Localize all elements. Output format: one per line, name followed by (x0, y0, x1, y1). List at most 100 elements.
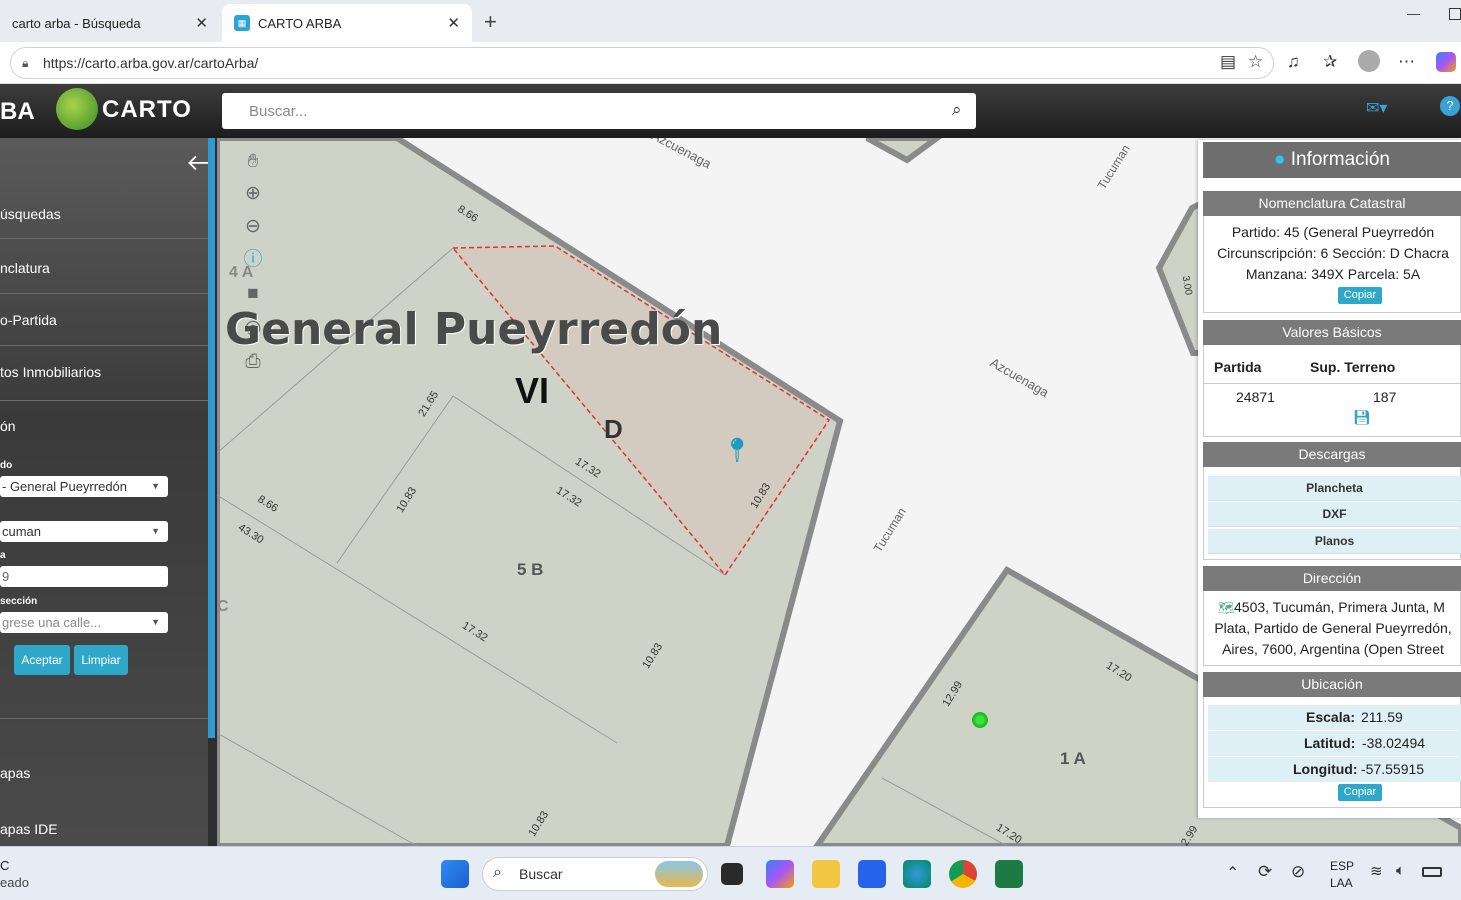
sidebar: 🡐 úsquedas nclatura o-Partida tos Inmobi… (0, 138, 245, 846)
chevron-up-icon[interactable]: ⌃ (1226, 863, 1239, 883)
section-head: Nomenclatura Catastral (1203, 191, 1461, 216)
lang-layout[interactable]: LAA (1330, 876, 1353, 890)
altura-input[interactable]: 9 (0, 566, 168, 587)
pan-hand-icon[interactable]: ✋︎ (239, 148, 267, 176)
sidebar-item-mapas-ide[interactable]: apas IDE (0, 821, 58, 837)
tab-title: carto arba - Búsqueda (12, 15, 141, 31)
lock-icon[interactable]: 🔒︎ (22, 56, 28, 71)
sidebar-splitter[interactable] (208, 138, 217, 846)
browser-tab-bar: carto arba - Búsqueda ✕ ▦ CARTO ARBA ✕ +… (0, 0, 1461, 42)
logo-text: CARTO (102, 96, 192, 123)
wifi-icon[interactable]: ≋ (1370, 862, 1383, 880)
excel-icon[interactable] (995, 860, 1023, 888)
divider (0, 293, 208, 294)
direccion-line: Plata, Partido de General Pueyrredón, (1214, 620, 1452, 636)
favorites-icon[interactable]: ✰ (1323, 52, 1337, 72)
save-icon[interactable]: 💾︎ (1353, 409, 1371, 426)
escala-label: Escala: (1306, 709, 1356, 725)
taskbar-search-box[interactable]: ⌕ Buscar (482, 857, 708, 891)
store-icon[interactable] (858, 860, 886, 888)
caret-down-icon: ▼ (151, 617, 160, 627)
longitud-row: Longitud: -57.55915 (1208, 757, 1461, 782)
localidad-select[interactable]: cuman ▼ (0, 521, 168, 542)
sidebar-item-nomenclatura[interactable]: nclatura (0, 260, 50, 276)
sup-terreno-value: 187 (1373, 389, 1397, 405)
caret-down-icon: ▼ (151, 481, 160, 491)
chrome-icon[interactable] (949, 860, 977, 888)
favorite-star-icon[interactable]: ☆ (1248, 52, 1263, 72)
more-menu-icon[interactable]: ⋯ (1398, 52, 1415, 72)
zoom-out-icon[interactable]: ⊖ (239, 213, 267, 241)
partido-value: - General Pueyrredón (2, 479, 128, 494)
tab-search[interactable]: carto arba - Búsqueda ✕ (0, 4, 220, 42)
edge-browser-icon[interactable] (903, 860, 931, 888)
latitud-value: -38.02494 (1362, 735, 1426, 751)
direccion-box: 🗺︎ 4503, Tucumán, Primera Junta, M Plata… (1203, 591, 1461, 666)
gps-point-icon[interactable] (972, 712, 988, 728)
sync-icon[interactable]: ⟳ (1258, 862, 1272, 882)
circ-label: VI (515, 370, 550, 411)
file-explorer-icon[interactable] (812, 860, 840, 888)
windows-start-icon[interactable] (441, 860, 469, 888)
reader-icon[interactable]: ▤ (1220, 52, 1236, 72)
district-label: General Pueyrredón (225, 304, 723, 355)
address-bar-row: https://carto.arba.gov.ar/cartoArba/ 🔒︎ … (0, 42, 1461, 84)
nomenclatura-line: Partido: 45 (General Pueyrredón (1231, 224, 1435, 240)
map-search-input[interactable]: Buscar... (222, 93, 976, 129)
sidebar-item-mapas[interactable]: apas (0, 765, 30, 781)
zoom-in-icon[interactable]: ⊕ (239, 180, 267, 208)
url-field[interactable]: https://carto.arba.gov.ar/cartoArba/ (10, 47, 1274, 79)
globe-logo-icon (56, 88, 98, 130)
valores-box: Partida Sup. Terreno 24871 187 💾︎ (1203, 345, 1461, 437)
interseccion-select[interactable]: grese una calle... ▼ (0, 612, 168, 633)
download-plancheta[interactable]: Plancheta (1208, 476, 1461, 501)
arba-favicon-icon: ▦ (234, 15, 250, 31)
clear-button[interactable]: Limpiar (74, 645, 128, 675)
copy-button[interactable]: Copiar (1338, 287, 1382, 304)
cloud-off-icon[interactable]: ⊘ (1291, 862, 1305, 882)
close-tab-icon[interactable]: ✕ (195, 14, 208, 32)
volume-icon[interactable]: 🔈︎ (1396, 862, 1405, 879)
tab-title: CARTO ARBA (258, 15, 342, 31)
col-header: Sup. Terreno (1310, 359, 1396, 375)
info-title-bar: ● Información (1203, 142, 1461, 178)
minimize-icon[interactable]: — (1407, 6, 1420, 21)
task-view-icon[interactable] (721, 863, 743, 885)
close-tab-icon[interactable]: ✕ (447, 14, 460, 32)
partido-select[interactable]: - General Pueyrredón ▼ (0, 476, 168, 497)
sidebar-item-partida[interactable]: o-Partida (0, 312, 57, 328)
partida-value: 24871 (1236, 389, 1275, 405)
lang-code[interactable]: ESP (1330, 859, 1354, 873)
localidad-value: cuman (2, 524, 42, 539)
tab-carto-arba[interactable]: ▦ CARTO ARBA ✕ (222, 4, 472, 42)
col-header: Partida (1214, 359, 1262, 375)
copilot-app-icon[interactable] (766, 860, 794, 888)
maximize-icon[interactable] (1449, 8, 1461, 20)
copy-button[interactable]: Copiar (1338, 784, 1382, 801)
accept-button[interactable]: Aceptar (14, 645, 70, 675)
escala-value: 211.59 (1361, 709, 1403, 725)
copilot-icon[interactable] (1436, 52, 1456, 72)
escala-row: Escala: 211.59 (1208, 705, 1461, 730)
brand-fragment: BA (0, 98, 35, 125)
field-label-altura: a (0, 550, 6, 561)
battery-icon[interactable] (1422, 867, 1442, 877)
help-icon[interactable]: ? (1440, 96, 1460, 116)
sidebar-item-direccion[interactable]: ón (0, 418, 16, 434)
interseccion-value: grese una calle... (2, 615, 102, 630)
mail-icon[interactable]: ✉▾ (1366, 98, 1387, 118)
bing-highlight-icon (655, 861, 703, 887)
location-pin-icon[interactable]: 📍︎ (722, 436, 752, 465)
new-tab-button[interactable]: + (484, 9, 497, 35)
divider (0, 718, 208, 719)
profile-avatar[interactable] (1358, 50, 1380, 72)
sidebar-item-inmobiliarios[interactable]: tos Inmobiliarios (0, 364, 101, 380)
parcel-label: 4 A (229, 264, 254, 281)
download-dxf[interactable]: DXF (1208, 502, 1461, 527)
section-head: Descargas (1203, 442, 1461, 467)
download-planos[interactable]: Planos (1208, 529, 1461, 554)
divider (0, 400, 208, 401)
map-marker-icon: ● (1273, 149, 1286, 170)
media-icon[interactable]: ♫ (1287, 52, 1300, 72)
sidebar-item-busquedas[interactable]: úsquedas (0, 206, 61, 222)
